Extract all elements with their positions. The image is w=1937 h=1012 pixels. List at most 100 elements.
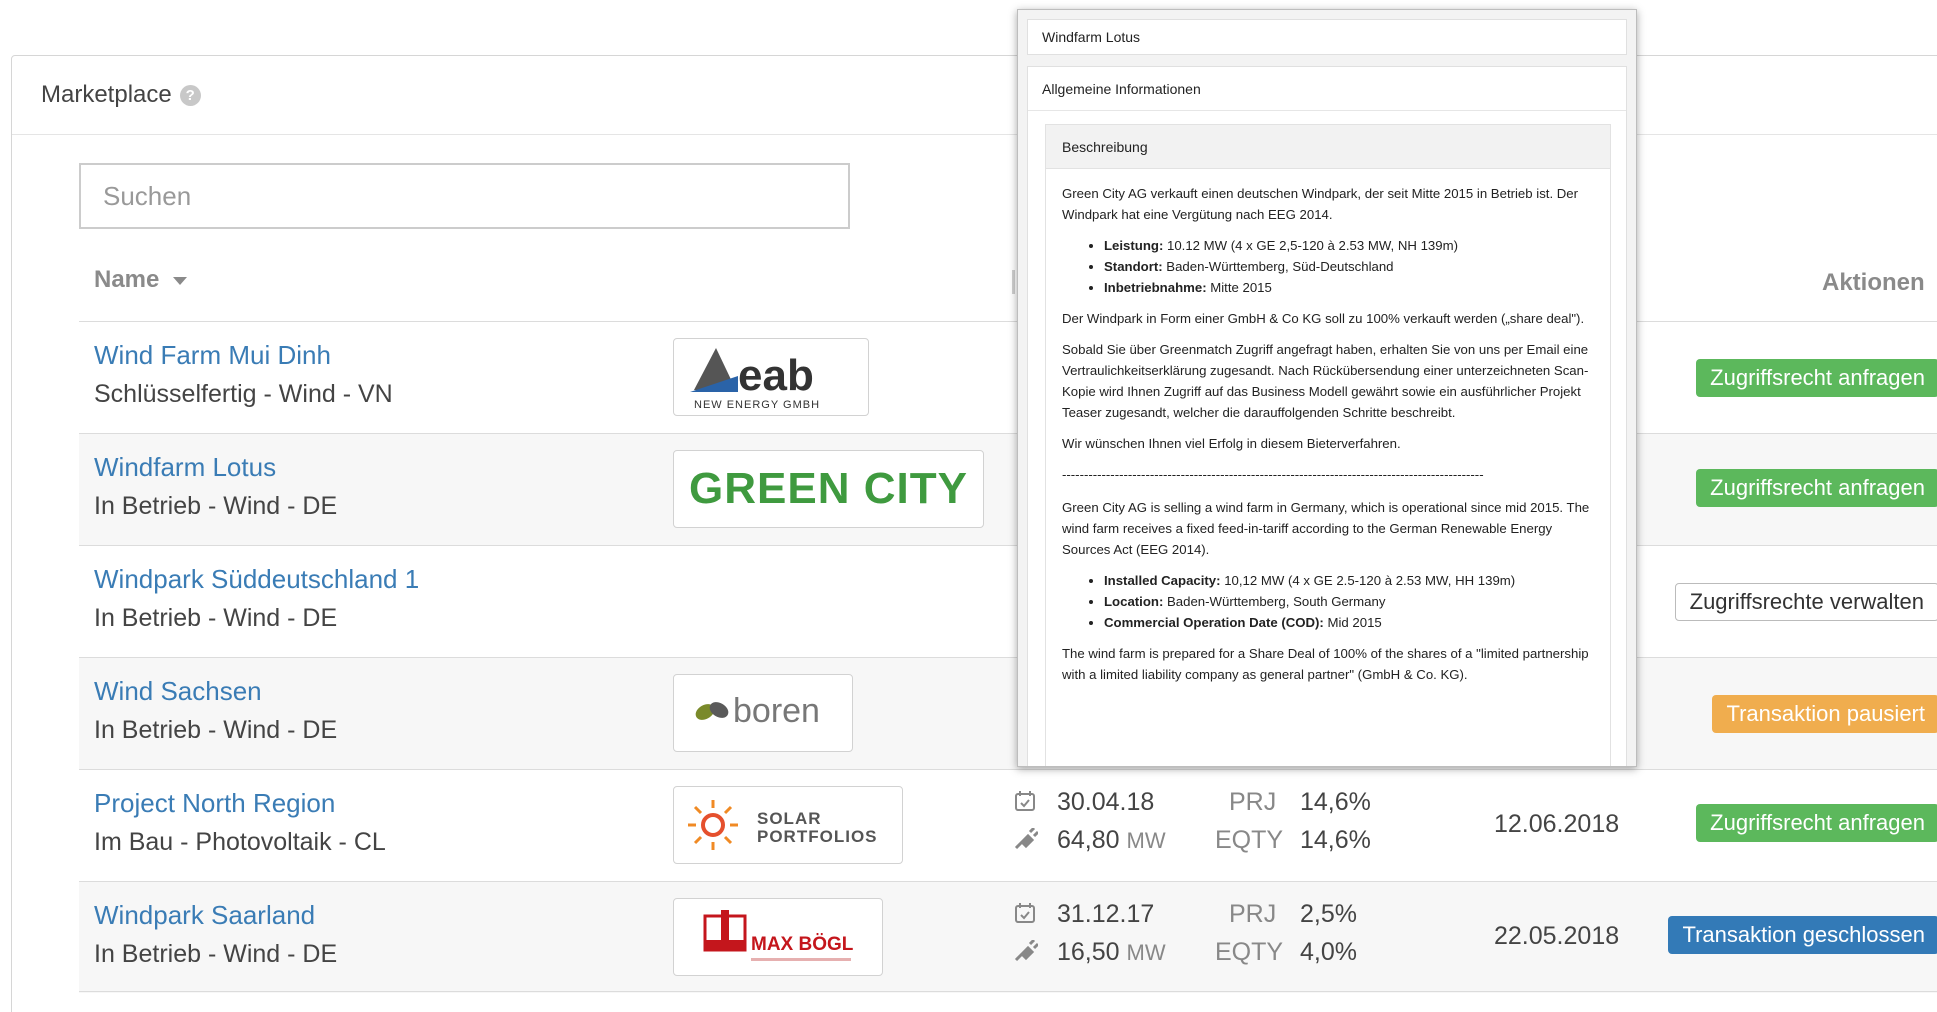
table-row: Wind Sachsen In Betrieb - Wind - DE bore… (79, 657, 1937, 769)
table-row: Windpark Süddeutschland 1 In Betrieb - W… (79, 545, 1937, 657)
capacity-unit: MW (1126, 828, 1166, 853)
prj-label: PRJ (1229, 788, 1277, 816)
company-logo-green-city: GREEN CITY (673, 450, 984, 528)
company-logo-solar-portfolios: SOLAR PORTFOLIOS (673, 786, 903, 864)
row-divider (79, 991, 1937, 992)
sort-caret-icon[interactable] (173, 276, 188, 285)
search-input[interactable]: Suchen (79, 163, 850, 229)
column-header-name-label: Name (94, 266, 160, 293)
table-row: Windpark Saarland In Betrieb - Wind - DE… (79, 881, 1937, 993)
plug-icon (1014, 938, 1040, 964)
popover-body: Allgemeine Informationen Beschreibung Gr… (1027, 66, 1627, 766)
help-icon[interactable]: ? (179, 84, 201, 106)
fact-label: Installed Capacity: (1104, 573, 1221, 588)
eqty-value: 4,0% (1300, 938, 1357, 966)
capacity-value: 16,50 MW (1057, 938, 1166, 967)
table-row: Windfarm Lotus In Betrieb - Wind - DE GR… (79, 433, 1937, 545)
capacity-number: 64,80 (1057, 826, 1120, 854)
request-access-button[interactable]: Zugriffsrecht anfragen (1696, 469, 1937, 507)
list-item: Inbetriebnahme: Mitte 2015 (1104, 277, 1594, 298)
project-subtitle: In Betrieb - Wind - DE (94, 492, 338, 520)
listing-date: 22.05.2018 (1494, 922, 1620, 950)
project-name-link[interactable]: Wind Farm Mui Dinh (94, 340, 331, 371)
project-subtitle: In Betrieb - Wind - DE (94, 716, 338, 744)
eab-logo-icon: eab NEW ENERGY GMBH (690, 348, 819, 411)
table-row: Wind Farm Mui Dinh Schlüsselfertig - Win… (79, 321, 1937, 433)
description-paragraph: The wind farm is prepared for a Share De… (1062, 646, 1589, 682)
capacity-unit: MW (1126, 940, 1166, 965)
key-facts-list-en: Installed Capacity: 10,12 MW (4 x GE 2.5… (1104, 570, 1594, 633)
company-logo-max-boegl: MAX BÖGL (673, 898, 883, 976)
fact-value: Baden-Württemberg, Süd-Deutschland (1162, 259, 1394, 274)
boren-logo-icon: boren (695, 692, 820, 730)
general-info-section[interactable]: Allgemeine Informationen (1028, 67, 1626, 111)
column-divider (1012, 270, 1015, 294)
popover-title: Windfarm Lotus (1027, 19, 1627, 55)
svg-text:SOLAR: SOLAR (757, 809, 822, 828)
prj-label: PRJ (1229, 900, 1277, 928)
capacity-number: 16,50 (1057, 938, 1120, 966)
svg-text:PORTFOLIOS: PORTFOLIOS (757, 827, 878, 846)
fact-label: Inbetriebnahme: (1104, 280, 1207, 295)
project-subtitle: Im Bau - Photovoltaik - CL (94, 828, 386, 856)
list-item: Standort: Baden-Württemberg, Süd-Deutsch… (1104, 256, 1594, 277)
key-facts-list-de: Leistung: 10.12 MW (4 x GE 2,5-120 à 2.5… (1104, 235, 1594, 298)
fact-label: Location: (1104, 594, 1164, 609)
description-paragraph: Green City AG is selling a wind farm in … (1062, 500, 1590, 557)
table-row: Project North Region Im Bau - Photovolta… (79, 769, 1937, 881)
company-logo-boren: boren (673, 674, 853, 752)
project-name-link[interactable]: Windfarm Lotus (94, 452, 276, 483)
cod-date: 30.04.18 (1057, 788, 1155, 816)
description-content: Green City AG verkauft einen deutschen W… (1046, 169, 1610, 685)
plug-icon (1014, 826, 1040, 852)
fact-value: 10,12 MW (4 x GE 2.5-120 à 2.53 MW, HH 1… (1220, 573, 1516, 588)
prj-value: 14,6% (1300, 788, 1371, 816)
prj-value: 2,5% (1300, 900, 1357, 928)
calendar-check-icon (1014, 902, 1038, 926)
company-logo-eab: eab NEW ENERGY GMBH (673, 338, 869, 416)
list-item: Commercial Operation Date (COD): Mid 201… (1104, 612, 1594, 633)
list-item: Leistung: 10.12 MW (4 x GE 2,5-120 à 2.5… (1104, 235, 1594, 256)
request-access-button[interactable]: Zugriffsrecht anfragen (1696, 359, 1937, 397)
fact-value: Mitte 2015 (1206, 280, 1272, 295)
fact-label: Standort: (1104, 259, 1163, 274)
request-access-button[interactable]: Zugriffsrecht anfragen (1696, 804, 1937, 842)
calendar-check-icon (1014, 790, 1038, 814)
project-subtitle: Schlüsselfertig - Wind - VN (94, 380, 393, 408)
project-metrics: 31.12.17 16,50 MW PRJ EQTY 2,5% 4,0% (1014, 900, 1414, 980)
fact-label: Leistung: (1104, 238, 1164, 253)
solar-portfolios-logo-icon: SOLAR PORTFOLIOS (688, 800, 878, 850)
max-boegl-logo-icon: MAX BÖGL (703, 910, 854, 961)
project-name-link[interactable]: Project North Region (94, 788, 335, 819)
project-name-link[interactable]: Wind Sachsen (94, 676, 262, 707)
panel-header: Marketplace ? (12, 56, 1937, 135)
fact-value: 10.12 MW (4 x GE 2,5-120 à 2.53 MW, NH 1… (1163, 238, 1458, 253)
listing-date: 12.06.2018 (1494, 810, 1620, 838)
fact-value: Mid 2015 (1323, 615, 1382, 630)
project-name-link[interactable]: Windpark Süddeutschland 1 (94, 564, 419, 595)
description-paragraph: Wir wünschen Ihnen viel Erfolg in diesem… (1062, 436, 1401, 451)
project-name-link[interactable]: Windpark Saarland (94, 900, 315, 931)
transaction-closed-button[interactable]: Transaktion geschlossen (1668, 916, 1937, 954)
cod-date: 31.12.17 (1057, 900, 1155, 928)
description-paragraph: Sobald Sie über Greenmatch Zugriff angef… (1062, 342, 1589, 420)
project-subtitle: In Betrieb - Wind - DE (94, 604, 338, 632)
svg-text:eab: eab (738, 351, 814, 400)
svg-text:MAX BÖGL: MAX BÖGL (751, 934, 854, 955)
manage-access-button[interactable]: Zugriffsrechte verwalten (1674, 583, 1937, 621)
eqty-label: EQTY (1215, 938, 1284, 966)
column-header-name[interactable]: Name (94, 266, 188, 294)
transaction-paused-button[interactable]: Transaktion pausiert (1712, 695, 1937, 733)
page-title: Marketplace (41, 81, 172, 108)
eqty-label: EQTY (1215, 826, 1284, 854)
fact-label: Commercial Operation Date (COD): (1104, 615, 1324, 630)
svg-text:boren: boren (733, 692, 820, 730)
green-city-logo-text: GREEN CITY (689, 464, 968, 513)
project-metrics: 30.04.18 64,80 MW PRJ EQTY 14,6% 14,6% (1014, 788, 1414, 868)
list-item: Installed Capacity: 10,12 MW (4 x GE 2.5… (1104, 570, 1594, 591)
column-header-actions: Aktionen (1822, 269, 1925, 296)
project-detail-popover: Windfarm Lotus Allgemeine Informationen … (1017, 9, 1637, 767)
divider-line: ----------------------------------------… (1062, 467, 1484, 482)
project-subtitle: In Betrieb - Wind - DE (94, 940, 338, 968)
capacity-value: 64,80 MW (1057, 826, 1166, 855)
